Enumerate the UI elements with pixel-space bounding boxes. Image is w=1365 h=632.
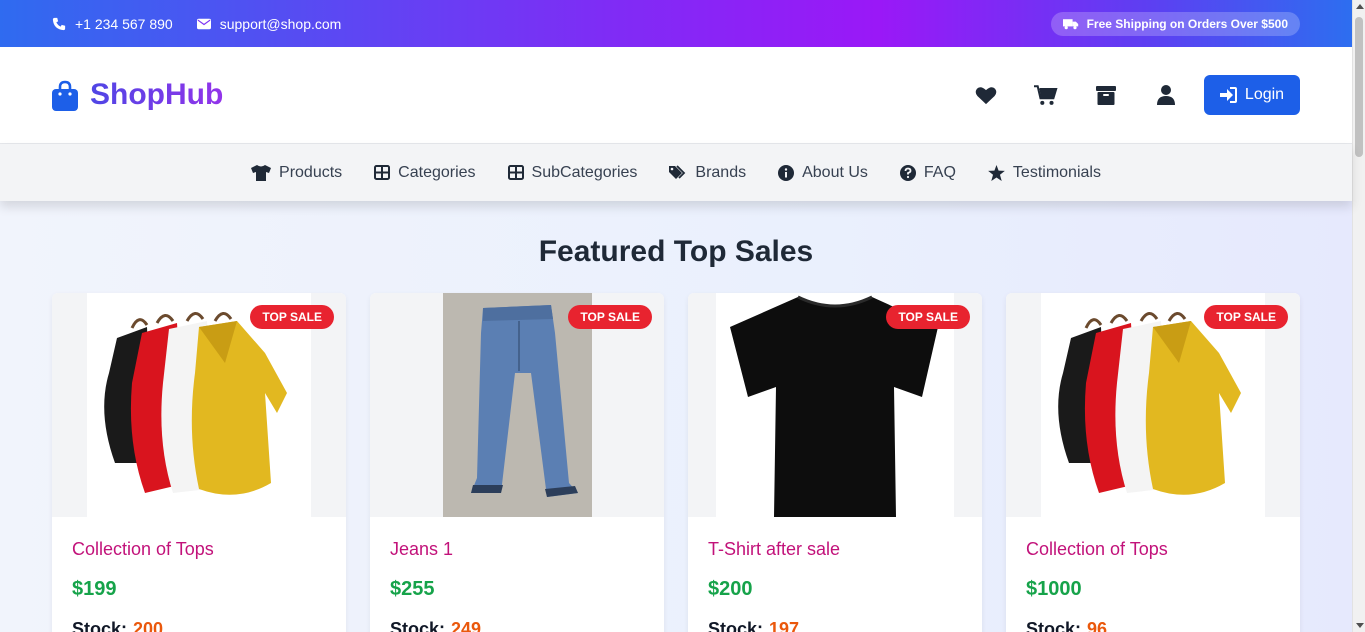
product-image xyxy=(442,293,592,517)
cart-button[interactable] xyxy=(1034,83,1058,107)
product-price: $255 xyxy=(390,578,435,600)
box-icon xyxy=(1096,85,1116,105)
star-icon xyxy=(988,164,1005,181)
nav-label-faq: FAQ xyxy=(923,163,956,181)
logo[interactable]: ShopHub xyxy=(52,78,223,112)
page-scrollbar[interactable] xyxy=(1352,0,1365,632)
product-name[interactable]: Collection of Tops xyxy=(72,539,326,560)
email-contact[interactable]: support@shop.com xyxy=(196,15,342,32)
info-icon xyxy=(778,164,795,181)
stock-count: 249 xyxy=(451,619,482,632)
product-stock: Stock: 96 xyxy=(1026,619,1280,632)
main-nav: Products Categories SubCategories Brands… xyxy=(0,144,1352,201)
product-card[interactable]: TOP SALE T-Shirt after sale $200 Stock: 1… xyxy=(688,293,982,632)
nav-label-products: Products xyxy=(279,163,343,181)
nav-item-subcategories[interactable]: SubCategories xyxy=(507,163,638,182)
login-label: Login xyxy=(1244,86,1285,103)
top-sale-badge: TOP SALE xyxy=(1204,305,1288,329)
top-sale-badge: TOP SALE xyxy=(250,305,334,329)
product-image-area[interactable]: TOP SALE xyxy=(370,293,664,517)
top-bar: +1 234 567 890 support@shop.com Free Shi… xyxy=(0,0,1352,47)
product-stock: Stock: 197 xyxy=(708,619,962,632)
nav-label-categories: Categories xyxy=(398,163,476,181)
phone-icon xyxy=(52,17,66,30)
stock-label: Stock: xyxy=(708,619,764,632)
product-card[interactable]: TOP SALE Collection of Tops $199 Stock: 2… xyxy=(52,293,346,632)
product-name[interactable]: Jeans 1 xyxy=(390,539,644,560)
product-image-area[interactable]: TOP SALE xyxy=(52,293,346,517)
nav-item-faq[interactable]: FAQ xyxy=(899,163,956,182)
scroll-down-arrow-icon[interactable] xyxy=(1356,623,1364,628)
stock-count: 96 xyxy=(1087,619,1108,632)
stock-count: 197 xyxy=(769,619,800,632)
envelope-icon xyxy=(196,18,211,29)
nav-item-about-us[interactable]: About Us xyxy=(778,164,868,182)
main-content: Featured Top Sales TOP SALE Collection o… xyxy=(0,201,1352,632)
stock-label: Stock: xyxy=(1026,619,1082,632)
scroll-up-arrow-icon[interactable] xyxy=(1356,4,1364,9)
grid-icon xyxy=(374,165,391,180)
logo-text: ShopHub xyxy=(90,78,224,111)
product-image-area[interactable]: TOP SALE xyxy=(1006,293,1300,517)
truck-icon xyxy=(1062,18,1078,29)
product-image-area[interactable]: TOP SALE xyxy=(688,293,982,517)
stock-label: Stock: xyxy=(390,619,446,632)
shirt-icon xyxy=(251,164,272,181)
nav-item-products[interactable]: Products xyxy=(251,164,342,182)
question-icon xyxy=(899,164,916,181)
stock-label: Stock: xyxy=(72,619,128,632)
top-sale-badge: TOP SALE xyxy=(568,305,652,329)
nav-item-categories[interactable]: Categories xyxy=(374,163,476,182)
grid-icon xyxy=(507,165,524,180)
site-header: ShopHub Login xyxy=(0,47,1352,144)
tags-icon xyxy=(669,165,686,179)
cart-icon xyxy=(1034,84,1058,105)
phone-number: +1 234 567 890 xyxy=(75,15,173,32)
product-price: $200 xyxy=(708,578,753,600)
nav-item-brands[interactable]: Brands xyxy=(669,164,746,182)
product-card[interactable]: TOP SALE Jeans 1 $255 Stock: 249 xyxy=(370,293,664,632)
nav-label-about-us: About Us xyxy=(802,163,868,181)
nav-label-subcategories: SubCategories xyxy=(531,163,638,181)
product-card[interactable]: TOP SALE Collection of Tops $1000 Stock:… xyxy=(1006,293,1300,632)
product-price: $199 xyxy=(72,578,117,600)
product-price: $1000 xyxy=(1026,578,1082,600)
product-stock: Stock: 249 xyxy=(390,619,644,632)
user-icon xyxy=(1157,85,1175,105)
shopping-bag-icon xyxy=(52,80,78,111)
section-title: Featured Top Sales xyxy=(538,235,814,268)
nav-item-testimonials[interactable]: Testimonials xyxy=(988,164,1101,182)
wishlist-button[interactable] xyxy=(974,83,998,107)
product-name[interactable]: Collection of Tops xyxy=(1026,539,1280,560)
nav-label-brands: Brands xyxy=(695,163,747,181)
scrollbar-thumb[interactable] xyxy=(1355,17,1363,157)
phone-contact[interactable]: +1 234 567 890 xyxy=(52,16,173,32)
support-email: support@shop.com xyxy=(219,15,342,32)
free-shipping-badge: Free Shipping on Orders Over $500 xyxy=(1050,11,1300,36)
login-button[interactable]: Login xyxy=(1204,75,1300,115)
sign-in-icon xyxy=(1219,87,1237,103)
heart-icon xyxy=(975,86,997,104)
top-sale-badge: TOP SALE xyxy=(886,305,970,329)
product-stock: Stock: 200 xyxy=(72,619,326,632)
product-name[interactable]: T-Shirt after sale xyxy=(708,539,962,560)
account-button[interactable] xyxy=(1154,83,1178,107)
stock-count: 200 xyxy=(133,619,164,632)
orders-button[interactable] xyxy=(1094,83,1118,107)
nav-label-testimonials: Testimonials xyxy=(1012,163,1101,181)
free-shipping-text: Free Shipping on Orders Over $500 xyxy=(1086,16,1288,31)
